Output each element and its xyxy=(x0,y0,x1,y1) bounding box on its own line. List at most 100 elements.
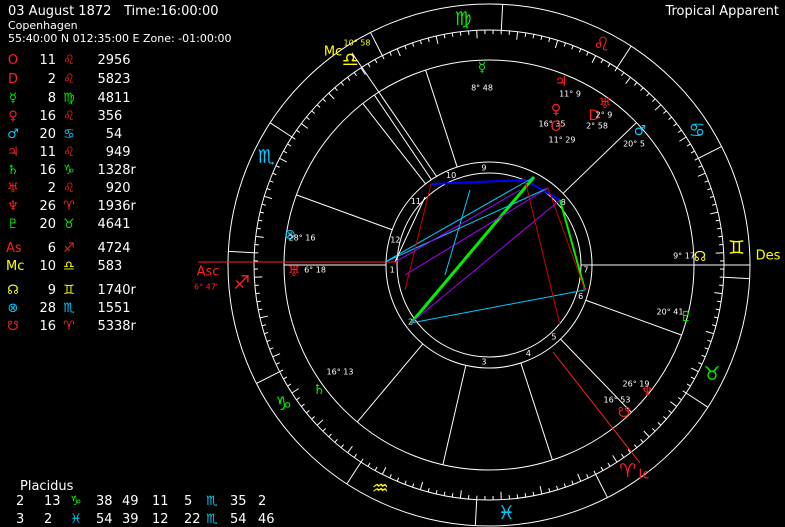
wheel-ring xyxy=(396,172,582,358)
degree-tick xyxy=(717,300,722,303)
degree-tick xyxy=(261,324,267,327)
degree-tick xyxy=(717,227,722,230)
zodiac-sign-glyph: ♋ xyxy=(688,119,705,141)
neptune-degree: 26° 19 xyxy=(623,380,650,389)
degree-tick xyxy=(556,485,559,490)
degree-tick xyxy=(715,308,720,311)
degree-tick xyxy=(291,388,299,394)
house-cusp-line xyxy=(425,69,458,168)
degree-tick xyxy=(663,110,667,114)
degree-tick xyxy=(322,98,327,103)
house-cusp-line xyxy=(362,103,426,185)
degree-tick xyxy=(673,123,677,127)
house-number: 11 xyxy=(411,197,421,206)
zodiac-sign-glyph: ♌ xyxy=(593,34,610,56)
degree-tick xyxy=(690,376,695,380)
degree-tick xyxy=(435,35,439,44)
degree-tick xyxy=(322,427,327,432)
degree-tick xyxy=(258,219,263,222)
degree-tick xyxy=(548,487,551,493)
house-cusp-line xyxy=(296,194,393,231)
south-node-degree: 16° 53 xyxy=(604,396,631,405)
degree-tick xyxy=(301,403,305,407)
ascendant-degree: 6° 47' xyxy=(194,283,218,292)
house-number: 1 xyxy=(390,266,395,275)
degree-tick xyxy=(633,444,638,448)
degree-tick xyxy=(412,483,415,488)
asc-planet-degree: 6° 18 xyxy=(304,266,326,275)
degree-tick xyxy=(698,362,703,365)
descendant-label: Des xyxy=(756,249,781,264)
degree-tick xyxy=(316,419,324,426)
degree-tick xyxy=(669,401,677,407)
degree-tick xyxy=(316,104,321,108)
degree-tick xyxy=(451,493,454,498)
degree-tick xyxy=(275,362,280,365)
degree-tick xyxy=(690,150,695,154)
aspect-line xyxy=(409,176,536,324)
degree-tick xyxy=(283,150,288,154)
degree-tick xyxy=(396,48,401,57)
degree-tick xyxy=(714,292,723,295)
zodiac-sign-glyph: ♒ xyxy=(372,477,389,499)
house-number: 3 xyxy=(481,357,486,366)
degree-tick xyxy=(360,458,364,463)
moon-degree: 2° 58 xyxy=(586,122,608,131)
degree-tick xyxy=(275,165,280,168)
degree-tick xyxy=(577,473,582,482)
degree-tick xyxy=(412,42,415,47)
degree-tick xyxy=(340,444,345,448)
midheaven-line xyxy=(351,52,438,178)
wheel-ring xyxy=(385,161,593,369)
degree-tick xyxy=(668,116,672,121)
degree-tick xyxy=(516,31,519,40)
degree-tick xyxy=(593,470,597,475)
degree-tick xyxy=(691,367,699,373)
house-number: 12 xyxy=(390,235,400,244)
sign-boundary xyxy=(723,276,750,280)
degree-tick xyxy=(612,455,618,463)
degree-tick xyxy=(707,339,712,342)
saturn-degree: 16° 13 xyxy=(327,368,354,377)
zodiac-sign-glyph: ♊ xyxy=(728,237,745,259)
degree-tick xyxy=(711,203,717,206)
degree-tick xyxy=(367,462,371,467)
degree-tick xyxy=(663,416,667,420)
degree-tick xyxy=(548,37,551,43)
degree-tick xyxy=(353,453,357,458)
degree-tick xyxy=(713,316,719,319)
degree-tick xyxy=(389,474,392,479)
degree-tick xyxy=(715,219,720,222)
sign-boundary xyxy=(595,474,608,498)
sign-boundary xyxy=(616,45,632,69)
degree-tick xyxy=(272,172,277,176)
jupiter-degree: 11° 9 xyxy=(559,90,581,99)
degree-tick xyxy=(586,474,589,479)
degree-tick xyxy=(264,332,269,335)
degree-tick xyxy=(255,235,264,238)
degree-tick xyxy=(296,397,301,401)
degree-tick xyxy=(443,491,446,496)
aspect-line xyxy=(444,189,471,276)
degree-tick xyxy=(367,63,371,68)
zodiac-sign-glyph: ♉ xyxy=(703,363,720,385)
degree-tick xyxy=(287,383,292,387)
sun-degree: 11° 29 xyxy=(549,136,576,145)
pluto-degree: 20° 41 xyxy=(657,308,684,317)
degree-tick xyxy=(396,477,400,482)
asc-planet-glyph: ♅ xyxy=(288,264,301,280)
degree-tick xyxy=(328,433,332,438)
degree-tick xyxy=(347,77,351,81)
sun-glyph: O xyxy=(550,119,561,135)
degree-tick xyxy=(591,55,597,63)
house-cusp-line xyxy=(356,343,424,423)
jupiter-glyph: ♃ xyxy=(555,74,568,90)
degree-tick xyxy=(710,211,719,215)
ascendant-label: Asc xyxy=(197,265,220,280)
degree-tick xyxy=(586,51,589,56)
degree-tick xyxy=(353,72,357,77)
house-cusp-line xyxy=(520,362,553,461)
degree-tick xyxy=(459,490,462,499)
degree-tick xyxy=(709,195,714,198)
degree-tick xyxy=(381,55,385,60)
